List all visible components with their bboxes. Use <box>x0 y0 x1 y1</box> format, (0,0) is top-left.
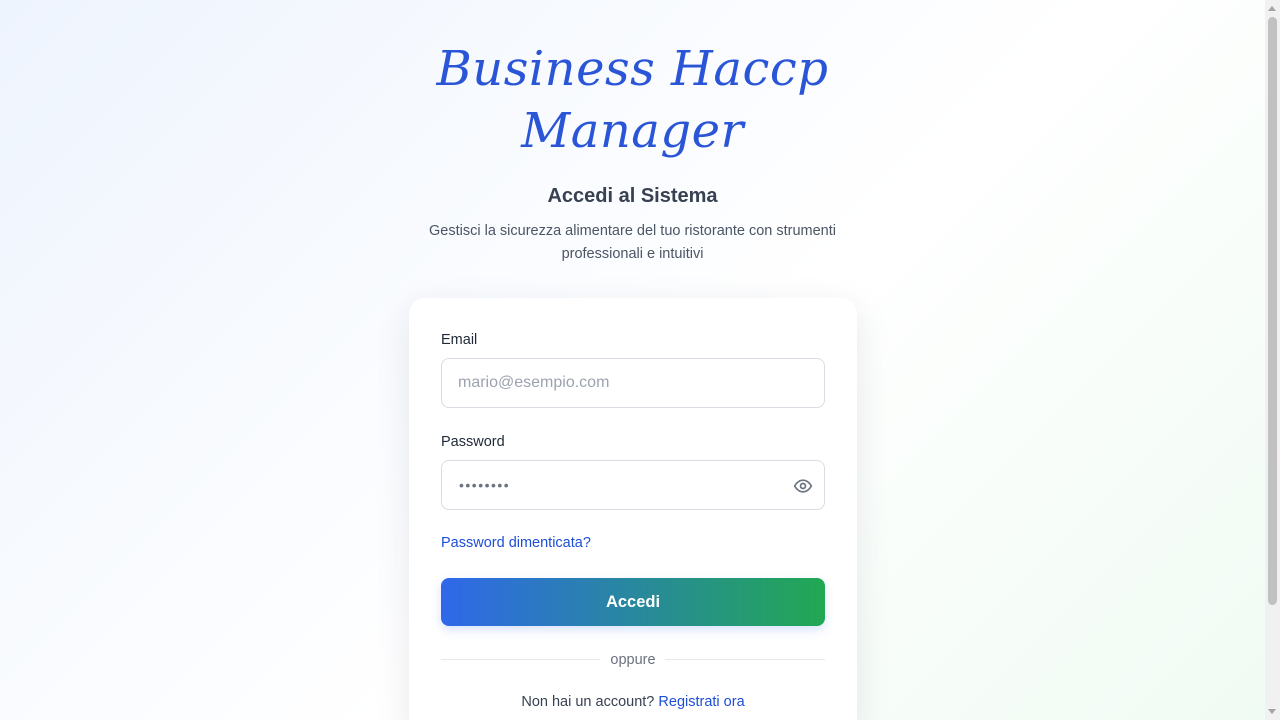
page-title: Accedi al Sistema <box>547 185 718 207</box>
signup-row: Non hai un account? Registrati ora <box>409 694 857 710</box>
password-label: Password <box>441 434 505 450</box>
page-tagline: Gestisci la sicurezza alimentare del tuo… <box>429 223 836 262</box>
email-field-container <box>441 358 825 408</box>
brand-line-2: Manager <box>521 103 744 159</box>
scroll-up-arrow-icon[interactable] <box>1268 6 1276 11</box>
scroll-down-arrow-icon[interactable] <box>1268 709 1276 714</box>
email-field[interactable] <box>442 359 778 407</box>
login-card: Email Password •••••••• Password dimenti… <box>409 298 857 720</box>
eye-icon[interactable] <box>793 476 813 496</box>
login-page: Business Haccp Manager Accedi al Sistema… <box>0 0 1265 720</box>
brand-logo: Business Haccp Manager <box>0 38 1265 162</box>
email-label: Email <box>441 332 478 348</box>
signup-prompt: Non hai un account? <box>521 694 655 710</box>
divider: oppure <box>441 650 825 670</box>
scrollbar[interactable] <box>1265 0 1280 720</box>
password-field[interactable]: •••••••• <box>441 460 825 510</box>
scroll-thumb[interactable] <box>1268 17 1277 605</box>
divider-text: oppure <box>610 652 656 668</box>
login-button[interactable]: Accedi <box>441 578 825 626</box>
brand-line-1: Business Haccp <box>436 41 829 97</box>
signup-link[interactable]: Registrati ora <box>658 694 744 710</box>
forgot-password-link[interactable]: Password dimenticata? <box>441 535 591 551</box>
password-placeholder: •••••••• <box>459 477 511 493</box>
